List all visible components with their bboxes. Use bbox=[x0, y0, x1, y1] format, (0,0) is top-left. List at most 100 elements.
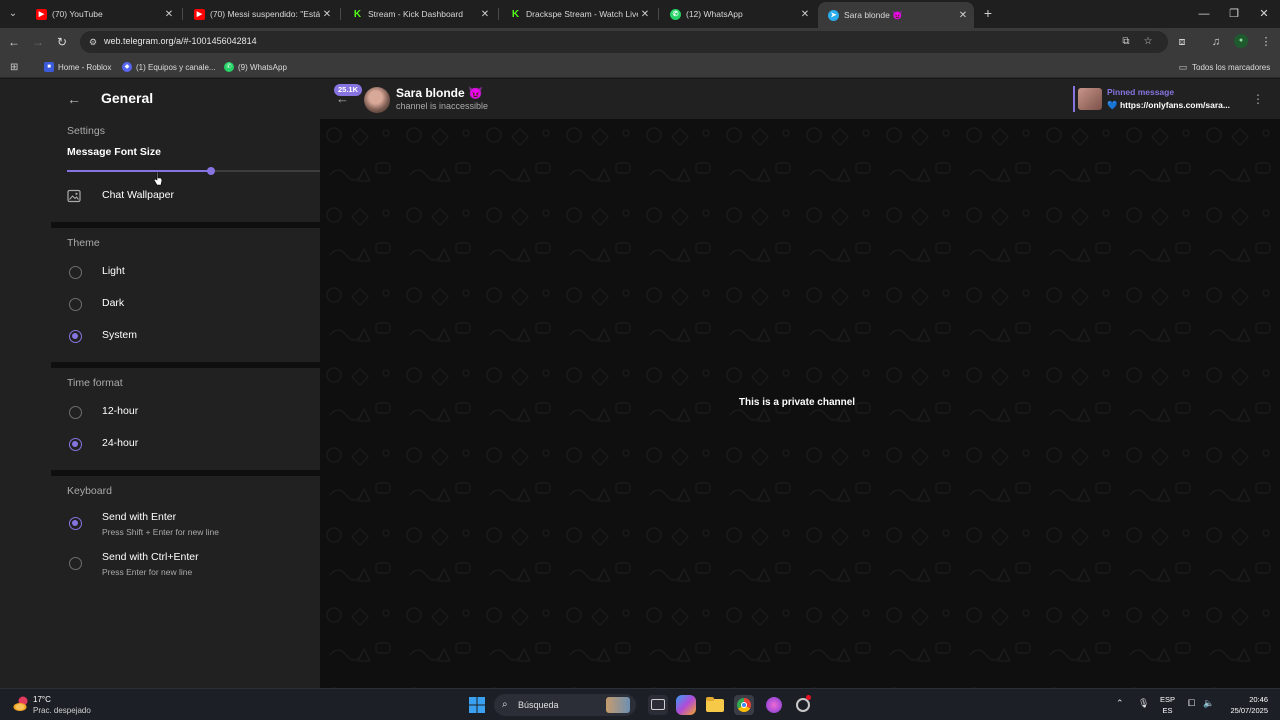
radio-light[interactable] bbox=[69, 266, 82, 279]
time-option-24h[interactable]: 24-hour bbox=[51, 429, 320, 459]
close-tab-icon[interactable]: ✕ bbox=[798, 9, 812, 20]
theme-option-dark[interactable]: Dark bbox=[51, 289, 320, 319]
chevron-up-icon[interactable]: ⌃ bbox=[1116, 698, 1124, 709]
radio-dark[interactable] bbox=[69, 298, 82, 311]
settings-panel: ← General Settings Message Font Size Cha… bbox=[0, 79, 320, 688]
bookmark-whatsapp[interactable]: ✆ (9) WhatsApp bbox=[224, 60, 287, 74]
windows-start-icon[interactable] bbox=[469, 697, 485, 713]
media-controls-icon[interactable]: ♫ bbox=[1208, 34, 1224, 50]
chat-wallpaper-item[interactable]: Chat Wallpaper bbox=[51, 181, 320, 211]
back-arrow-icon[interactable]: ← bbox=[6, 34, 22, 50]
close-tab-icon[interactable]: ✕ bbox=[478, 9, 492, 20]
weather-description[interactable]: Prac. despejado bbox=[33, 706, 91, 715]
install-app-icon[interactable]: ⧉ bbox=[1120, 36, 1132, 48]
tab-telegram-active[interactable]: ➤ Sara blonde 😈 ✕ bbox=[818, 2, 974, 28]
slider-fill bbox=[67, 170, 211, 172]
keyboard-option-enter[interactable]: Send with Enter Press Shift + Enter for … bbox=[51, 507, 320, 541]
discord-icon: ◆ bbox=[122, 62, 132, 72]
tab-kick-dashboard[interactable]: K Stream - Kick Dashboard ✕ bbox=[342, 2, 496, 26]
site-info-icon[interactable]: ⚙ bbox=[87, 36, 99, 48]
search-highlight-icon bbox=[606, 697, 630, 713]
copilot-icon[interactable] bbox=[676, 695, 696, 715]
bookmark-discord[interactable]: ◆ (1) Equipos y canale... bbox=[122, 60, 216, 74]
page-title: General bbox=[101, 90, 154, 106]
radio-send-ctrl-enter[interactable] bbox=[69, 557, 82, 570]
close-tab-icon[interactable]: ✕ bbox=[162, 9, 176, 20]
browser-tab-strip: ⌄ ▶ (70) YouTube ✕ ▶ (70) Messi suspendi… bbox=[0, 0, 1280, 28]
weather-moon-cloud-icon[interactable] bbox=[12, 695, 30, 713]
theme-option-system[interactable]: System bbox=[51, 321, 320, 351]
section-divider bbox=[51, 222, 320, 228]
tab-youtube-messi[interactable]: ▶ (70) Messi suspendido: "Está m ✕ bbox=[184, 2, 338, 26]
font-size-slider[interactable] bbox=[67, 167, 320, 175]
telegram-icon: ➤ bbox=[828, 9, 839, 21]
windows-taskbar: 17°C Prac. despejado ⌕ Búsqueda ⌃ 🎙 ESP … bbox=[0, 688, 1280, 720]
tab-separator bbox=[498, 8, 499, 20]
back-arrow-icon[interactable]: ← bbox=[64, 89, 84, 109]
radio-send-enter-selected[interactable] bbox=[69, 517, 82, 530]
pinned-thumbnail bbox=[1078, 88, 1102, 110]
address-bar[interactable]: ⚙ web.telegram.org/a/#-1001456042814 ⧉ ☆ bbox=[80, 31, 1168, 53]
settings-gear-icon[interactable] bbox=[793, 695, 813, 715]
reload-icon[interactable]: ↻ bbox=[54, 34, 70, 50]
all-bookmarks-folder[interactable]: ▭ Todos los marcadores bbox=[1178, 60, 1271, 74]
chat-menu-icon[interactable]: ⋮ bbox=[1252, 91, 1264, 107]
youtube-icon: ▶ bbox=[194, 8, 205, 20]
tab-search-chevron-icon[interactable]: ⌄ bbox=[4, 5, 22, 23]
close-tab-icon[interactable]: ✕ bbox=[638, 9, 652, 20]
volume-icon[interactable]: 🔈 bbox=[1203, 698, 1214, 709]
wallpaper-image-icon bbox=[67, 189, 81, 203]
font-size-label: Message Font Size bbox=[67, 146, 161, 158]
bookmark-star-icon[interactable]: ☆ bbox=[1142, 36, 1154, 48]
keyboard-section-label: Keyboard bbox=[67, 485, 112, 497]
theme-section-label: Theme bbox=[67, 237, 100, 249]
task-view-icon[interactable] bbox=[648, 695, 668, 715]
radio-24-hour-selected[interactable] bbox=[69, 438, 82, 451]
theme-option-light[interactable]: Light bbox=[51, 257, 320, 287]
time-option-12h[interactable]: 12-hour bbox=[51, 397, 320, 427]
pinned-indicator bbox=[1073, 86, 1075, 112]
slider-thumb[interactable] bbox=[207, 167, 215, 175]
radio-12-hour[interactable] bbox=[69, 406, 82, 419]
browser-menu-icon[interactable]: ⋮ bbox=[1258, 34, 1274, 50]
whatsapp-icon: ✆ bbox=[670, 8, 681, 20]
tab-whatsapp[interactable]: ✆ (12) WhatsApp ✕ bbox=[660, 2, 816, 26]
section-divider bbox=[51, 470, 320, 476]
close-tab-icon[interactable]: ✕ bbox=[956, 10, 970, 21]
microphone-icon[interactable]: 🎙 bbox=[1138, 698, 1149, 709]
close-tab-icon[interactable]: ✕ bbox=[320, 9, 334, 20]
bookmark-roblox[interactable]: ■ Home - Roblox bbox=[44, 60, 111, 74]
radio-system-selected[interactable] bbox=[69, 330, 82, 343]
tab-kick-drackspe[interactable]: K Drackspe Stream - Watch Live ✕ bbox=[500, 2, 656, 26]
channel-title[interactable]: Sara blonde 😈 bbox=[396, 86, 483, 100]
bookmarks-bar: ⊞ ■ Home - Roblox ◆ (1) Equipos y canale… bbox=[0, 56, 1280, 78]
minimize-icon[interactable]: — bbox=[1194, 6, 1214, 22]
channel-avatar[interactable] bbox=[364, 87, 390, 113]
forward-arrow-icon[interactable]: → bbox=[30, 34, 46, 50]
telegram-app: ← General Settings Message Font Size Cha… bbox=[0, 79, 1280, 688]
system-clock[interactable]: 20:46 25/07/2025 bbox=[1222, 694, 1268, 716]
weather-temperature[interactable]: 17°C bbox=[33, 695, 51, 704]
tab-youtube[interactable]: ▶ (70) YouTube ✕ bbox=[26, 2, 180, 26]
keyboard-option-ctrl-enter[interactable]: Send with Ctrl+Enter Press Enter for new… bbox=[51, 547, 320, 581]
apps-grid-icon[interactable]: ⊞ bbox=[10, 60, 18, 74]
network-icon[interactable]: ⧠ bbox=[1188, 698, 1195, 709]
file-explorer-icon[interactable] bbox=[705, 695, 725, 715]
whatsapp-icon: ✆ bbox=[224, 62, 234, 72]
taskbar-search[interactable]: ⌕ Búsqueda bbox=[494, 694, 636, 716]
new-tab-button[interactable]: + bbox=[981, 5, 995, 23]
url-text[interactable]: web.telegram.org/a/#-1001456042814 bbox=[104, 36, 257, 46]
extensions-icon[interactable]: ⧈ bbox=[1174, 34, 1190, 50]
maximize-icon[interactable]: ❐ bbox=[1224, 6, 1244, 22]
browser-toolbar: ← → ↻ ⚙ web.telegram.org/a/#-10014560428… bbox=[0, 28, 1280, 56]
settings-section-label: Settings bbox=[67, 125, 105, 137]
tab-separator bbox=[182, 8, 183, 20]
pinned-message-bar[interactable]: Pinned message 💙 https://onlyfans.com/sa… bbox=[1073, 86, 1243, 112]
app-icon[interactable] bbox=[764, 695, 784, 715]
profile-avatar[interactable]: ● bbox=[1234, 34, 1248, 48]
close-window-icon[interactable]: ✕ bbox=[1254, 6, 1274, 22]
language-indicator[interactable]: ESP ES bbox=[1160, 694, 1175, 716]
time-format-section-label: Time format bbox=[67, 377, 123, 389]
roblox-icon: ■ bbox=[44, 62, 54, 72]
chrome-icon[interactable] bbox=[734, 695, 754, 715]
